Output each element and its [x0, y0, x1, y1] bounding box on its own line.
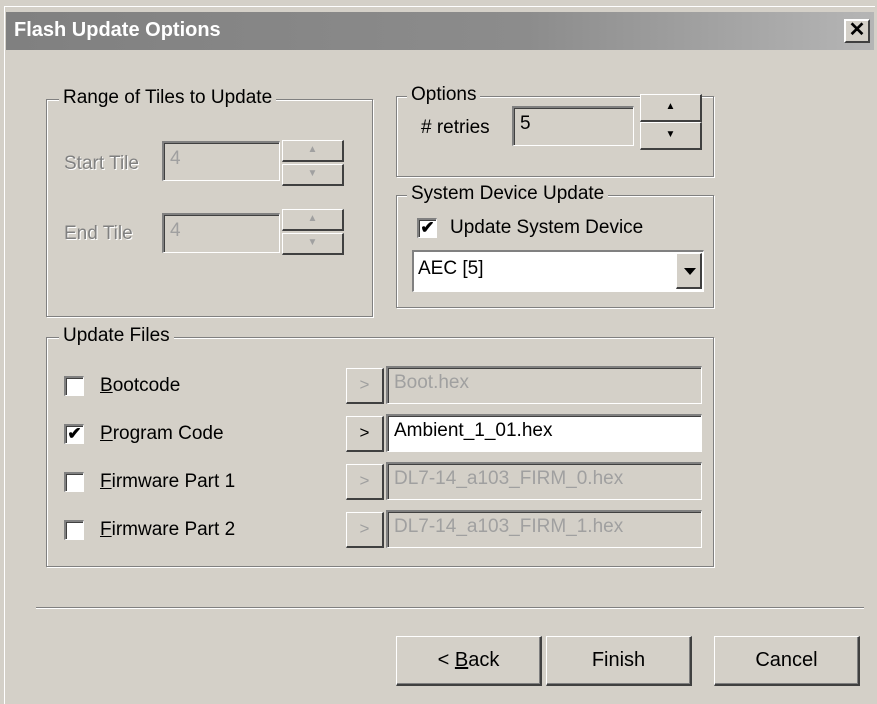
bootcode-label: Bootcode: [100, 375, 181, 396]
system-device-select[interactable]: AEC [5]: [412, 250, 704, 292]
options-group-legend: Options: [407, 84, 481, 106]
program-code-label: Program Code: [100, 423, 224, 444]
program-code-browse-button[interactable]: >: [346, 416, 384, 452]
update-files-legend: Update Files: [59, 325, 174, 347]
back-button[interactable]: < Back: [396, 636, 542, 686]
firmware-part-1-file-input[interactable]: DL7-14_a103_FIRM_0.hex: [386, 462, 702, 500]
firmware-part-1-checkbox[interactable]: [64, 472, 84, 492]
bootcode-checkbox[interactable]: [64, 376, 84, 396]
end-tile-spin-up[interactable]: ▲: [282, 209, 344, 231]
firmware-part-1-browse-button[interactable]: >: [346, 464, 384, 500]
bootcode-browse-button[interactable]: >: [346, 368, 384, 404]
retries-input[interactable]: 5: [512, 106, 634, 146]
retries-spin-down[interactable]: ▼: [640, 122, 702, 150]
program-code-file-input[interactable]: Ambient_1_01.hex: [386, 414, 702, 452]
system-group-legend: System Device Update: [407, 183, 609, 205]
firmware-part-2-file-input[interactable]: DL7-14_a103_FIRM_1.hex: [386, 510, 702, 548]
chevron-down-icon[interactable]: [676, 253, 702, 289]
update-system-device-label: Update System Device: [450, 217, 644, 238]
separator: [36, 607, 864, 609]
retries-spin-up[interactable]: ▲: [640, 94, 702, 122]
start-tile-label: Start Tile: [64, 153, 139, 174]
update-system-device-checkbox[interactable]: ✔: [417, 218, 437, 238]
end-tile-spin-down[interactable]: ▼: [282, 233, 344, 255]
system-device-value: AEC [5]: [418, 258, 484, 279]
start-tile-spin-down[interactable]: ▼: [282, 164, 344, 186]
range-group-legend: Range of Tiles to Update: [59, 87, 277, 109]
finish-button[interactable]: Finish: [546, 636, 692, 686]
bootcode-file-input[interactable]: Boot.hex: [386, 366, 702, 404]
firmware-part-1-label: Firmware Part 1: [100, 471, 236, 492]
end-tile-label: End Tile: [64, 223, 133, 244]
range-of-tiles-group: Range of Tiles to Update: [46, 87, 373, 317]
program-code-checkbox[interactable]: ✔: [64, 424, 84, 444]
start-tile-spin-up[interactable]: ▲: [282, 140, 344, 162]
start-tile-input[interactable]: 4: [162, 141, 280, 181]
close-icon[interactable]: ✕: [844, 19, 870, 43]
firmware-part-2-browse-button[interactable]: >: [346, 512, 384, 548]
title-bar: Flash Update Options ✕: [6, 12, 874, 50]
dialog-title: Flash Update Options: [14, 19, 221, 41]
end-tile-input[interactable]: 4: [162, 213, 280, 253]
cancel-button[interactable]: Cancel: [714, 636, 860, 686]
retries-label: # retries: [421, 117, 490, 138]
firmware-part-2-label: Firmware Part 2: [100, 519, 236, 540]
firmware-part-2-checkbox[interactable]: [64, 520, 84, 540]
